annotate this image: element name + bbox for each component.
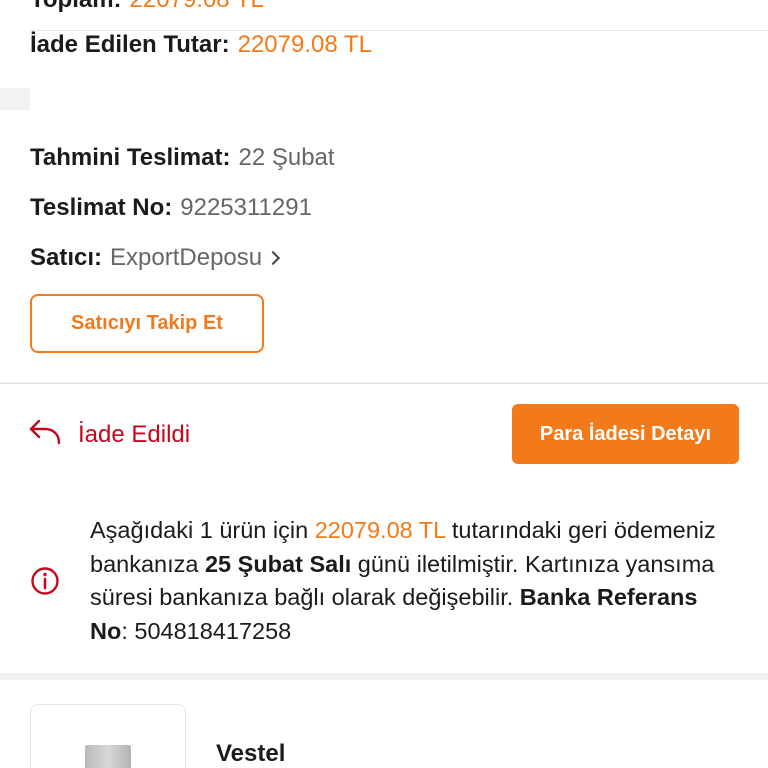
order-detail-page: Toplam: 22079.08 TL İade Edilen Tutar: 220… bbox=[0, 0, 768, 768]
seller-row[interactable]: Satıcı: ExportDeposu bbox=[30, 244, 281, 272]
message-text: Aşağıdaki 1 ürün için bbox=[90, 517, 315, 543]
refund-section: İade Edildi Para İadesi Detayı Aşağıdaki… bbox=[0, 383, 768, 673]
delivery-number-label: Teslimat No: bbox=[30, 194, 173, 221]
totals-section: Toplam: 22079.08 TL İade Edilen Tutar: 220… bbox=[0, 0, 768, 320]
estimated-delivery-value: 22 Şubat bbox=[238, 144, 335, 171]
delivery-number-value: 9225311291 bbox=[180, 194, 312, 221]
product-card[interactable]: Vestel bbox=[0, 680, 768, 768]
delivery-number-row: Teslimat No: 9225311291 bbox=[30, 194, 312, 222]
follow-seller-button[interactable]: Satıcıyı Takip Et bbox=[30, 294, 264, 353]
total-label: Toplam: bbox=[30, 0, 122, 13]
refund-status: İade Edildi bbox=[28, 417, 190, 452]
total-value: 22079.08 TL bbox=[130, 0, 264, 13]
seller-link[interactable]: ExportDeposu bbox=[110, 244, 262, 271]
refunded-amount-label: İade Edilen Tutar: bbox=[30, 31, 230, 58]
product-brand: Vestel bbox=[216, 740, 286, 767]
message-text: : bbox=[121, 617, 135, 644]
refund-detail-button[interactable]: Para İadesi Detayı bbox=[512, 404, 739, 464]
product-image bbox=[85, 745, 131, 768]
return-arrow-icon bbox=[28, 417, 62, 452]
message-amount: 22079.08 TL bbox=[314, 517, 446, 543]
bank-reference-value: 504818417258 bbox=[134, 617, 292, 644]
info-circle-icon bbox=[30, 566, 60, 596]
message-date: 25 Şubat Salı bbox=[204, 550, 352, 577]
estimated-delivery-label: Tahmini Teslimat: bbox=[30, 144, 231, 171]
refund-status-text: İade Edildi bbox=[78, 420, 191, 448]
delivery-section: Tahmini Teslimat: 22 Şubat Teslimat No: 92… bbox=[0, 110, 768, 382]
refunded-amount-value: 22079.08 TL bbox=[237, 31, 372, 58]
refund-message: Aşağıdaki 1 ürün için 22079.08 TL tutarı… bbox=[90, 514, 740, 648]
estimated-delivery-row: Tahmini Teslimat: 22 Şubat bbox=[30, 144, 335, 172]
seller-label: Satıcı: bbox=[30, 244, 103, 271]
product-thumbnail[interactable] bbox=[30, 704, 186, 768]
total-row: Toplam: 22079.08 TL bbox=[30, 0, 264, 14]
chevron-right-icon[interactable] bbox=[266, 250, 281, 266]
